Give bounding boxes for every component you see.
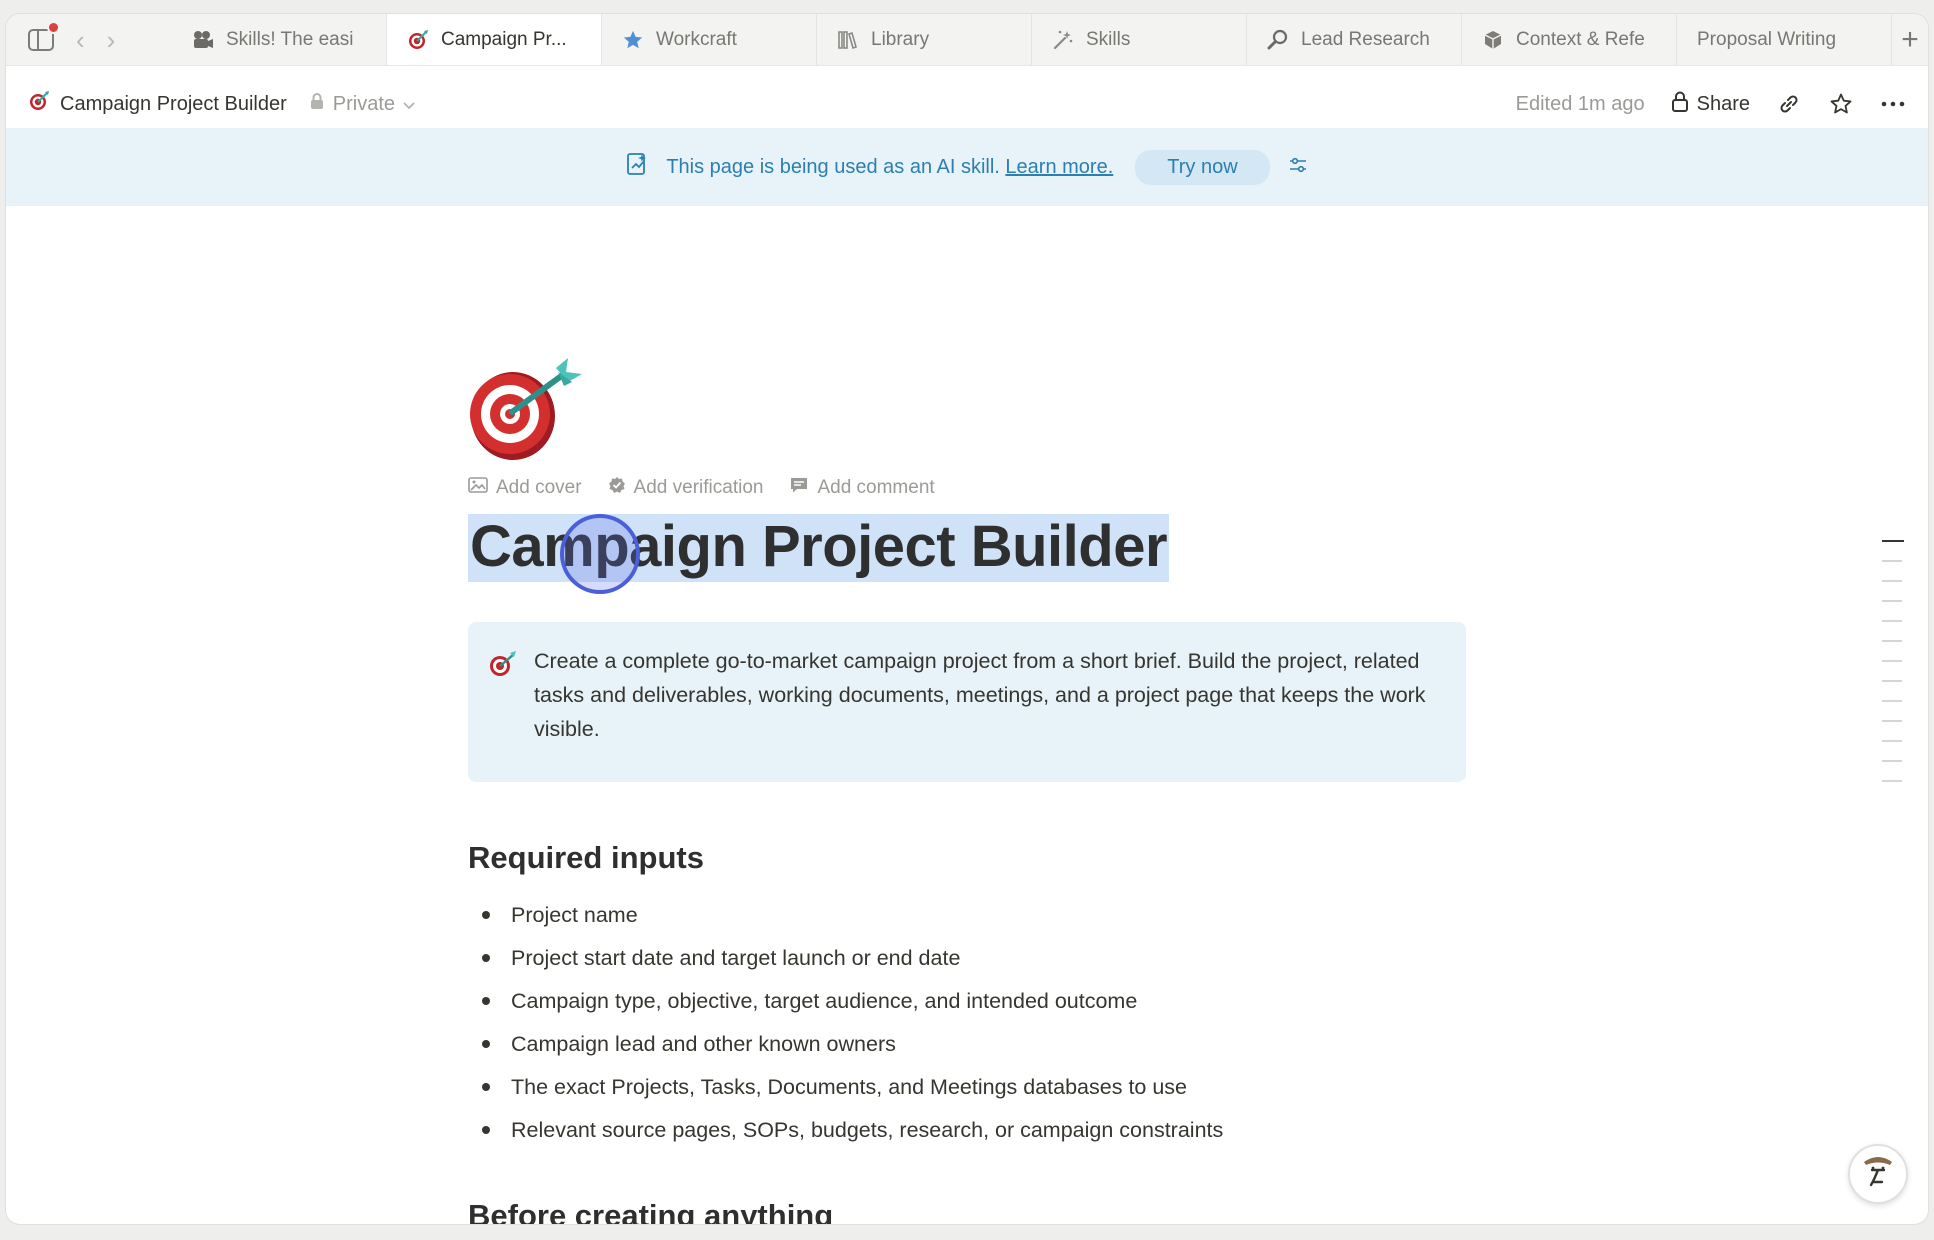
list-item[interactable]: Campaign lead and other known owners <box>468 1027 1223 1070</box>
tab-label: Lead Research <box>1301 28 1430 50</box>
outline-marker[interactable] <box>1882 700 1902 702</box>
list-item[interactable]: Project name <box>468 898 1223 941</box>
add-verification-button[interactable]: Add verification <box>608 476 764 500</box>
lock-icon <box>1671 90 1689 118</box>
books-icon <box>837 29 859 51</box>
outline-marker[interactable] <box>1882 760 1902 762</box>
magic-wand-icon <box>1052 29 1074 51</box>
back-arrow-icon[interactable]: ‹ <box>76 27 85 53</box>
add-cover-label: Add cover <box>496 477 582 498</box>
privacy-selector[interactable]: Private <box>309 92 415 116</box>
page-icon-target[interactable] <box>468 356 588 466</box>
required-inputs-heading: Required inputs <box>468 840 704 875</box>
outline-marker[interactable] <box>1882 640 1902 642</box>
ai-skill-icon <box>626 152 648 182</box>
more-options-icon[interactable] <box>1880 91 1906 117</box>
magnifier-icon <box>1267 29 1289 51</box>
tab-library[interactable]: Library <box>817 14 1032 65</box>
add-verification-label: Add verification <box>633 477 764 498</box>
cube-icon <box>1482 29 1504 51</box>
tab-label: Context & Refe <box>1516 28 1645 50</box>
outline-marker[interactable] <box>1882 600 1902 602</box>
edited-timestamp: Edited 1m ago <box>1515 92 1645 115</box>
tab-context-reference[interactable]: Context & Refe <box>1462 14 1677 65</box>
share-label: Share <box>1696 92 1750 115</box>
ai-skill-banner: This page is being used as an AI skill. … <box>6 128 1928 206</box>
outline-marker[interactable] <box>1882 560 1902 562</box>
sidebar-toggle-icon[interactable] <box>28 20 60 51</box>
callout-text: Create a complete go-to-market campaign … <box>534 649 1426 741</box>
learn-more-link[interactable]: Learn more. <box>1005 156 1113 178</box>
window-controls: ‹ › <box>6 14 172 65</box>
tab-skills-easy[interactable]: Skills! The easi <box>172 14 387 65</box>
tab-label: Skills! The easi <box>226 28 354 50</box>
notification-dot <box>47 20 60 34</box>
target-icon <box>488 650 518 678</box>
add-comment-button[interactable]: Add comment <box>789 476 935 500</box>
target-icon <box>28 90 50 118</box>
tab-lead-research[interactable]: Lead Research <box>1247 14 1462 65</box>
ai-assistant-face-icon <box>1858 1152 1898 1197</box>
list-item[interactable]: Relevant source pages, SOPs, budgets, re… <box>468 1113 1223 1156</box>
outline-marker[interactable] <box>1882 540 1904 542</box>
forward-arrow-icon[interactable]: › <box>107 27 116 53</box>
before-creating-heading: Before creating anything <box>468 1198 834 1224</box>
target-icon <box>407 29 429 51</box>
app-window: ‹ › Skills! The easi Campaign Pr... Work… <box>6 14 1928 1224</box>
video-camera-icon <box>192 29 214 51</box>
outline-marker[interactable] <box>1882 580 1902 582</box>
add-comment-label: Add comment <box>817 477 935 498</box>
breadcrumb[interactable]: Campaign Project Builder <box>28 90 287 118</box>
tab-campaign-project[interactable]: Campaign Pr... <box>387 14 602 65</box>
page-title[interactable]: Campaign Project Builder <box>468 514 1170 582</box>
page-outline[interactable] <box>1882 540 1904 800</box>
required-inputs-list: Project name Project start date and targ… <box>468 898 1223 1156</box>
new-tab-button[interactable]: + <box>1892 14 1928 65</box>
image-icon <box>468 477 488 499</box>
page-actions: Add cover Add verification Add comment <box>468 476 935 500</box>
favorite-star-icon[interactable] <box>1828 91 1854 117</box>
list-item[interactable]: The exact Projects, Tasks, Documents, an… <box>468 1070 1223 1113</box>
outline-marker[interactable] <box>1882 720 1902 722</box>
outline-marker[interactable] <box>1882 660 1902 662</box>
outline-marker[interactable] <box>1882 680 1902 682</box>
tab-label: Workcraft <box>656 28 737 50</box>
add-cover-button[interactable]: Add cover <box>468 476 582 500</box>
tab-workcraft[interactable]: Workcraft <box>602 14 817 65</box>
privacy-label: Private <box>332 92 396 115</box>
comment-icon <box>789 476 809 500</box>
tab-bar: ‹ › Skills! The easi Campaign Pr... Work… <box>6 14 1928 66</box>
settings-sliders-icon[interactable] <box>1288 156 1308 179</box>
tab-proposal-writing[interactable]: Proposal Writing <box>1677 14 1892 65</box>
ai-assistant-button[interactable] <box>1848 1144 1908 1204</box>
banner-message: This page is being used as an AI skill. <box>666 155 1000 178</box>
list-item[interactable]: Campaign type, objective, target audienc… <box>468 984 1223 1027</box>
tab-label: Campaign Pr... <box>441 28 567 50</box>
list-item[interactable]: Project start date and target launch or … <box>468 941 1223 984</box>
share-button[interactable]: Share <box>1671 90 1750 118</box>
plus-icon: + <box>1901 22 1919 56</box>
outline-marker[interactable] <box>1882 780 1902 782</box>
copy-link-icon[interactable] <box>1776 91 1802 117</box>
verified-badge-icon <box>608 476 626 500</box>
outline-marker[interactable] <box>1882 620 1902 622</box>
banner-text: This page is being used as an AI skill. … <box>666 156 1113 179</box>
tab-label: Library <box>871 28 930 50</box>
topbar-actions: Edited 1m ago Share <box>1516 90 1906 118</box>
tab-label: Proposal Writing <box>1697 28 1837 50</box>
outline-marker[interactable] <box>1882 740 1902 742</box>
breadcrumb-page-name: Campaign Project Builder <box>60 92 287 115</box>
lock-icon <box>309 92 325 116</box>
page-title-block[interactable]: Campaign Project Builder <box>468 514 1170 594</box>
try-now-button[interactable]: Try now <box>1135 149 1270 185</box>
star-icon <box>622 29 644 51</box>
tab-label: Skills <box>1086 28 1131 50</box>
chevron-down-icon <box>403 93 415 116</box>
description-callout[interactable]: Create a complete go-to-market campaign … <box>468 622 1466 782</box>
tab-skills[interactable]: Skills <box>1032 14 1247 65</box>
